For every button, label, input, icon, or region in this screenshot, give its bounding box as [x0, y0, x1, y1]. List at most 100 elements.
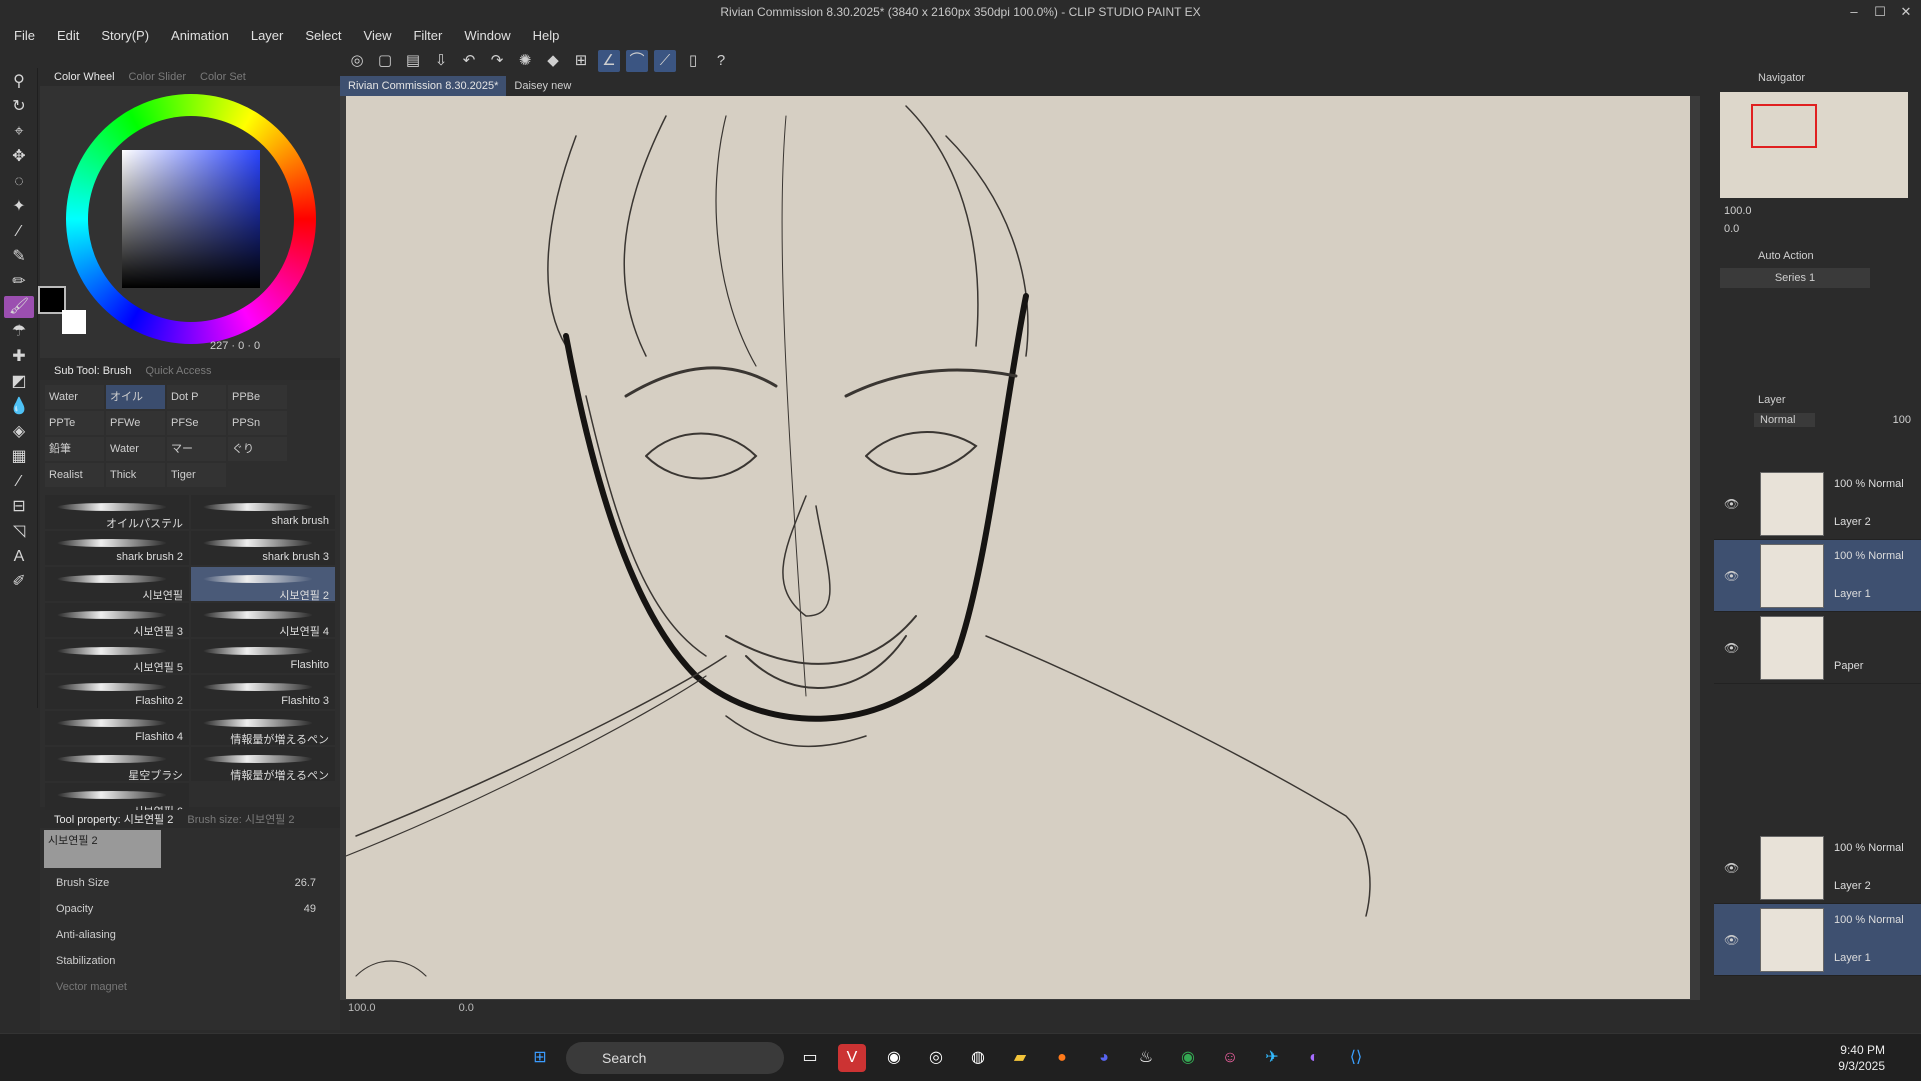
- eye-icon[interactable]: 👁: [1724, 641, 1739, 655]
- tab-color-wheel[interactable]: Color Wheel: [54, 71, 115, 83]
- sub-color-swatch[interactable]: [62, 310, 86, 334]
- text-icon[interactable]: A: [4, 546, 34, 568]
- vscode-icon[interactable]: ⟨⟩: [1342, 1044, 1370, 1072]
- new-file-icon[interactable]: ▢: [374, 50, 396, 72]
- subtool-group-item[interactable]: PFSe: [167, 411, 226, 435]
- brush-icon[interactable]: 🖌: [4, 296, 34, 318]
- voicemeeter-icon[interactable]: V: [838, 1044, 866, 1072]
- gradient-icon[interactable]: ▦: [4, 446, 34, 468]
- taskbar-search[interactable]: Search: [566, 1042, 784, 1074]
- menu-animation[interactable]: Animation: [171, 28, 229, 43]
- layer-row[interactable]: 👁 Paper: [1714, 612, 1921, 684]
- task-view-icon[interactable]: ▭: [796, 1044, 824, 1072]
- brush-list-item[interactable]: 시보연필 3: [45, 603, 189, 637]
- undo-icon[interactable]: ↶: [458, 50, 480, 72]
- steam-icon[interactable]: ♨: [1132, 1044, 1160, 1072]
- brush-list-item[interactable]: Flashito 3: [191, 675, 335, 709]
- angle-readout[interactable]: 0.0: [459, 1002, 474, 1014]
- clip-studio-app-icon[interactable]: ◎: [922, 1044, 950, 1072]
- close-icon[interactable]: ✕: [1895, 0, 1917, 24]
- subtool-group-item[interactable]: マー: [167, 437, 226, 461]
- maximize-icon[interactable]: ☐: [1869, 0, 1891, 24]
- navigator-zoom[interactable]: 100.0: [1724, 205, 1752, 217]
- redo-icon[interactable]: ↷: [486, 50, 508, 72]
- drawing-canvas[interactable]: [346, 96, 1690, 999]
- navigator-preview[interactable]: [1720, 92, 1908, 198]
- menu-layer[interactable]: Layer: [251, 28, 284, 43]
- tab-quick-access[interactable]: Quick Access: [145, 365, 211, 377]
- eye-icon[interactable]: 👁: [1724, 569, 1739, 583]
- stabilization-row[interactable]: Stabilization: [40, 948, 340, 974]
- menu-edit[interactable]: Edit: [57, 28, 79, 43]
- brush-list-item[interactable]: 시보연필 4: [191, 603, 335, 637]
- menu-select[interactable]: Select: [305, 28, 341, 43]
- subtool-group-item[interactable]: ぐり: [228, 437, 287, 461]
- brush-list-item[interactable]: 星空ブラシ: [45, 747, 189, 781]
- brush-list-item[interactable]: shark brush: [191, 495, 335, 529]
- brush-list-item[interactable]: 시보연필: [45, 567, 189, 601]
- menu-file[interactable]: File: [14, 28, 35, 43]
- brush-list-item[interactable]: 시보연필 5: [45, 639, 189, 673]
- eye-icon[interactable]: 👁: [1724, 497, 1739, 511]
- crop-icon[interactable]: ⊞: [570, 50, 592, 72]
- clip-studio-icon[interactable]: ◎: [346, 50, 368, 72]
- brush-list-item[interactable]: shark brush 3: [191, 531, 335, 565]
- menu-story[interactable]: Story(P): [101, 28, 149, 43]
- pencil-icon[interactable]: ✏: [4, 271, 34, 293]
- saturation-value-square[interactable]: [122, 150, 260, 288]
- fill-bucket-icon[interactable]: ◈: [4, 421, 34, 443]
- subtool-group-item[interactable]: PPBe: [228, 385, 287, 409]
- correct-line-icon[interactable]: ✐: [4, 571, 34, 593]
- menu-filter[interactable]: Filter: [413, 28, 442, 43]
- minimize-icon[interactable]: –: [1843, 0, 1865, 24]
- tab-document-daisey[interactable]: Daisey new: [506, 76, 579, 96]
- subtool-group-item[interactable]: Water: [45, 385, 104, 409]
- subtool-group-item[interactable]: PPTe: [45, 411, 104, 435]
- subtool-group-item[interactable]: PFWe: [106, 411, 165, 435]
- zoom-icon[interactable]: ⚲: [4, 71, 34, 93]
- menu-help[interactable]: Help: [533, 28, 560, 43]
- ruler-snap-icon[interactable]: ⟋: [654, 50, 676, 72]
- subtool-group-item[interactable]: PPSn: [228, 411, 287, 435]
- subtool-group-item[interactable]: Dot P: [167, 385, 226, 409]
- lasso-icon[interactable]: ◌: [4, 171, 34, 193]
- discord-icon[interactable]: ◕: [1090, 1044, 1118, 1072]
- layer-row[interactable]: 👁 100 % Normal Layer 1: [1714, 540, 1921, 612]
- firefox-icon[interactable]: ●: [1048, 1044, 1076, 1072]
- layer-opacity[interactable]: 100: [1893, 414, 1911, 426]
- navigator-viewport-box[interactable]: [1751, 104, 1817, 148]
- layer-row[interactable]: 👁 100 % Normal Layer 2: [1714, 832, 1921, 904]
- subtool-group-item[interactable]: Tiger: [167, 463, 226, 487]
- opacity-value[interactable]: 49: [304, 903, 316, 915]
- companion-icon[interactable]: ▯: [682, 50, 704, 72]
- magic-wand-icon[interactable]: ✦: [4, 196, 34, 218]
- clip-studio-paint-icon[interactable]: ◍: [964, 1044, 992, 1072]
- save-icon[interactable]: ⇩: [430, 50, 452, 72]
- tab-document-rivian[interactable]: Rivian Commission 8.30.2025*: [340, 76, 507, 96]
- zoom-readout[interactable]: 100.0: [348, 1002, 376, 1014]
- brush-list-item[interactable]: Flashito 2: [45, 675, 189, 709]
- eyedropper-icon[interactable]: ⁄: [4, 221, 34, 243]
- brush-list-item[interactable]: Flashito: [191, 639, 335, 673]
- brush-size-value[interactable]: 26.7: [295, 877, 316, 889]
- brush-list-item[interactable]: オイルパステル: [45, 495, 189, 529]
- blend-icon[interactable]: 💧: [4, 396, 34, 418]
- brush-list-item[interactable]: shark brush 2: [45, 531, 189, 565]
- balloon-icon[interactable]: ◹: [4, 521, 34, 543]
- menu-view[interactable]: View: [364, 28, 392, 43]
- object-icon[interactable]: ⌖: [4, 121, 34, 143]
- tab-brush-size[interactable]: Brush size: 시보연필 2: [187, 811, 294, 827]
- tab-color-slider[interactable]: Color Slider: [129, 71, 186, 83]
- subtool-group-item[interactable]: Thick: [106, 463, 165, 487]
- taskbar-clock[interactable]: 9:40 PM 9/3/2025: [1838, 1042, 1885, 1074]
- pen-icon[interactable]: ✎: [4, 246, 34, 268]
- fill-icon[interactable]: ◆: [542, 50, 564, 72]
- file-explorer-icon[interactable]: ▰: [1006, 1044, 1034, 1072]
- brush-list-item[interactable]: 시보연필 2: [191, 567, 335, 601]
- rotate-icon[interactable]: ↻: [4, 96, 34, 118]
- transform-icon[interactable]: ✺: [514, 50, 536, 72]
- airbrush-icon[interactable]: ☂: [4, 321, 34, 343]
- menu-window[interactable]: Window: [464, 28, 510, 43]
- stabilize-line-icon[interactable]: ∠: [598, 50, 620, 72]
- obs-icon[interactable]: ◉: [880, 1044, 908, 1072]
